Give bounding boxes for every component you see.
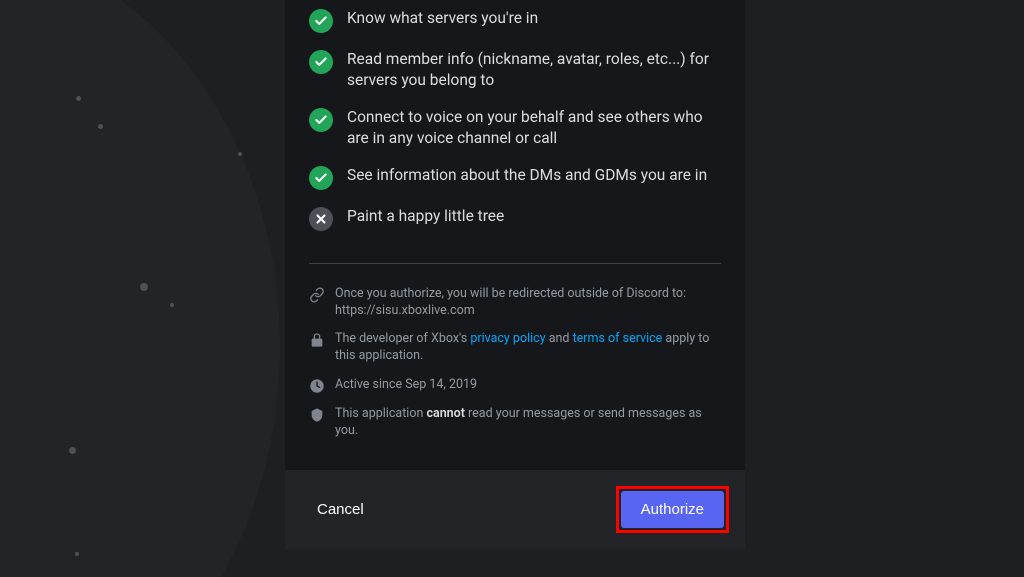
star-icon	[69, 447, 76, 454]
permission-item: Read member info (nickname, avatar, role…	[309, 41, 721, 99]
check-icon	[309, 9, 333, 33]
info-text: Active since Sep 14, 2019	[335, 377, 477, 394]
privacy-policy-link[interactable]: privacy policy	[470, 331, 545, 346]
info-item-cannot-read: This application cannot read your messag…	[309, 400, 721, 446]
permission-list: Know what servers you're in Read member …	[301, 0, 729, 247]
check-icon	[309, 50, 333, 74]
check-icon	[309, 108, 333, 132]
star-icon	[238, 152, 242, 156]
star-icon	[170, 303, 174, 307]
info-item-active-since: Active since Sep 14, 2019	[309, 371, 721, 400]
permission-text: Know what servers you're in	[347, 8, 538, 29]
permission-text: Read member info (nickname, avatar, role…	[347, 49, 721, 91]
x-icon	[309, 207, 333, 231]
clock-icon	[309, 378, 325, 394]
lock-icon	[309, 332, 325, 348]
permission-text: See information about the DMs and GDMs y…	[347, 165, 707, 186]
star-icon	[140, 283, 148, 291]
divider	[309, 263, 721, 264]
info-item-redirect: Once you authorize, you will be redirect…	[309, 280, 721, 326]
permission-text: Connect to voice on your behalf and see …	[347, 107, 721, 149]
cancel-button[interactable]: Cancel	[301, 491, 380, 528]
star-icon	[98, 124, 103, 129]
authorize-modal: Know what servers you're in Read member …	[285, 0, 745, 549]
info-item-developer: The developer of Xbox's privacy policy a…	[309, 325, 721, 371]
permission-item: Know what servers you're in	[309, 0, 721, 41]
link-icon	[309, 287, 325, 303]
permission-item: Paint a happy little tree	[309, 198, 721, 239]
info-text: Once you authorize, you will be redirect…	[335, 286, 721, 320]
permission-text: Paint a happy little tree	[347, 206, 504, 227]
info-list: Once you authorize, you will be redirect…	[301, 280, 729, 446]
star-icon	[76, 96, 81, 101]
info-text: This application cannot read your messag…	[335, 406, 721, 440]
permission-item: See information about the DMs and GDMs y…	[309, 157, 721, 198]
modal-footer: Cancel Authorize	[285, 470, 745, 549]
star-icon	[75, 552, 79, 556]
terms-of-service-link[interactable]: terms of service	[573, 331, 663, 346]
authorize-button[interactable]: Authorize	[621, 491, 724, 528]
shield-icon	[309, 407, 325, 423]
permission-item: Connect to voice on your behalf and see …	[309, 99, 721, 157]
highlight-box: Authorize	[616, 486, 729, 533]
info-text: The developer of Xbox's privacy policy a…	[335, 331, 721, 365]
modal-body: Know what servers you're in Read member …	[285, 0, 745, 462]
check-icon	[309, 166, 333, 190]
